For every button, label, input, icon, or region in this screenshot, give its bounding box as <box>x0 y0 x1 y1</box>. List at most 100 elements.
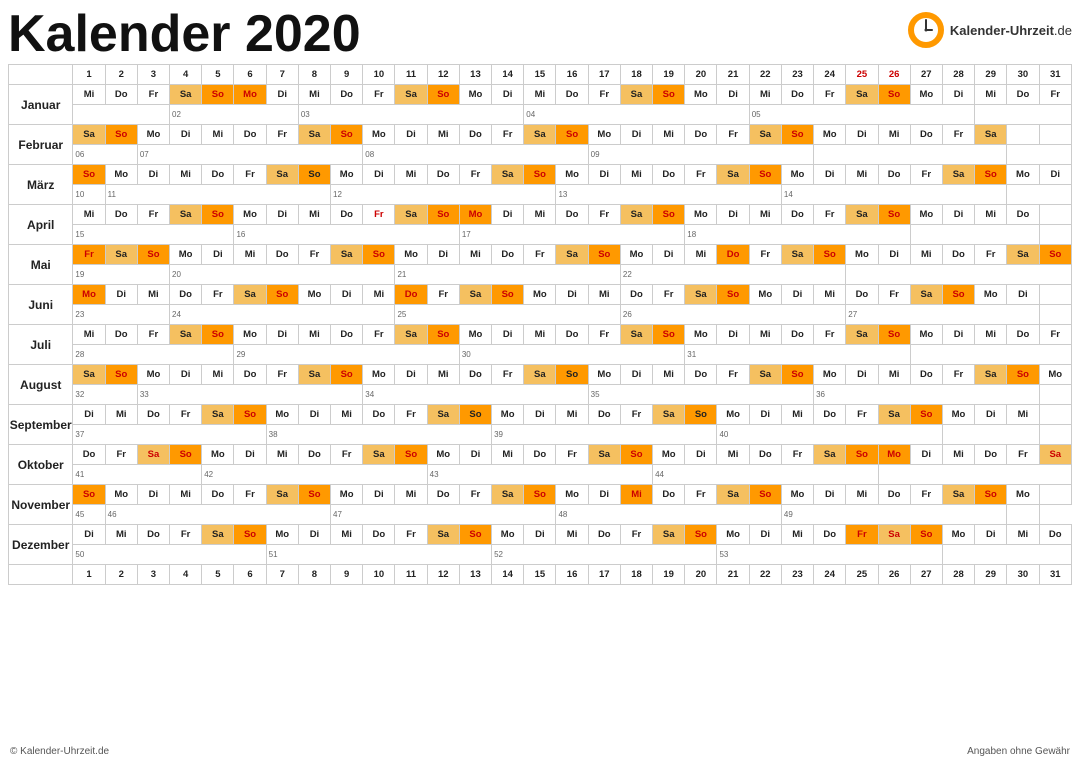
aug-rest <box>1039 385 1071 405</box>
aug-27: Do <box>910 365 942 385</box>
okt-29: Do <box>975 445 1007 465</box>
okt-13: Di <box>459 445 491 465</box>
bot-3: 3 <box>137 565 169 585</box>
dez-9: Mi <box>331 525 363 545</box>
sep-29: Di <box>975 405 1007 425</box>
jan-5: So <box>202 85 234 105</box>
jul-16: Do <box>556 325 588 345</box>
bot-19: 19 <box>653 565 685 585</box>
nov-wk47: 48 <box>556 505 781 525</box>
feb-30 <box>1007 125 1039 145</box>
dez-16: Mi <box>556 525 588 545</box>
jul-10: Fr <box>363 325 395 345</box>
bot-15: 15 <box>524 565 556 585</box>
jan-wk4: 04 <box>524 105 749 125</box>
aug-28: Fr <box>942 365 974 385</box>
aug-18: Di <box>620 365 652 385</box>
mar-9: Mo <box>331 165 363 185</box>
nov-8: So <box>298 485 330 505</box>
mar-11: Mi <box>395 165 427 185</box>
bot-29: 29 <box>975 565 1007 585</box>
sep-7: Mo <box>266 405 298 425</box>
sep-10: Do <box>363 405 395 425</box>
jul-21: Di <box>717 325 749 345</box>
hdr-19: 19 <box>653 65 685 85</box>
mai-15: Fr <box>524 245 556 265</box>
jan-wk5b <box>975 105 1072 125</box>
feb-7: Fr <box>266 125 298 145</box>
jul-23: Do <box>781 325 813 345</box>
nov-24: Di <box>814 485 846 505</box>
aug-16: So <box>556 365 588 385</box>
feb-22: Sa <box>749 125 781 145</box>
okt-25: So <box>846 445 878 465</box>
mai-21: Do <box>717 245 749 265</box>
mai-12: Di <box>427 245 459 265</box>
jul-12: So <box>427 325 459 345</box>
jan-31: Fr <box>1039 85 1071 105</box>
feb-wk9 <box>814 145 1007 165</box>
mai-23: Sa <box>781 245 813 265</box>
feb-17: Mo <box>588 125 620 145</box>
jun-23: Di <box>781 285 813 305</box>
mar-29: So <box>975 165 1007 185</box>
juli-week-row: 28 29 30 31 <box>9 345 1072 365</box>
mai-24: So <box>814 245 846 265</box>
hdr-5: 5 <box>202 65 234 85</box>
footer: © Kalender-Uhrzeit.de Angaben ohne Gewäh… <box>8 746 1072 757</box>
mai-13: Mi <box>459 245 491 265</box>
feb-14: Fr <box>492 125 524 145</box>
sep-23: Mi <box>781 405 813 425</box>
hdr-14: 14 <box>492 65 524 85</box>
hdr-28: 28 <box>942 65 974 85</box>
jun-29: Mo <box>975 285 1007 305</box>
dez-rest <box>942 545 1071 565</box>
mar-17: Di <box>588 165 620 185</box>
aug-wk33: 34 <box>363 385 588 405</box>
calendar-table: 1 2 3 4 5 6 7 8 9 10 11 12 13 14 15 16 1 <box>8 64 1072 585</box>
hdr-30: 30 <box>1007 65 1039 85</box>
feb-6: Do <box>234 125 266 145</box>
apr-12: So <box>427 205 459 225</box>
mar-14: Sa <box>492 165 524 185</box>
juni-row: Juni Mo Di Mi Do Fr Sa So Mo Di Mi Do Fr… <box>9 285 1072 305</box>
dez-23: Mi <box>781 525 813 545</box>
sep-wk38: 39 <box>492 425 717 445</box>
apr-5: So <box>202 205 234 225</box>
bot-28: 28 <box>942 565 974 585</box>
okt-18: So <box>620 445 652 465</box>
april-week-row: 15 16 17 18 <box>9 225 1072 245</box>
logo: Kalender-Uhrzeit.de <box>908 12 1072 48</box>
okt-wk41: 42 <box>202 465 427 485</box>
okt-2: Fr <box>105 445 137 465</box>
nov-wk48: 49 <box>781 505 1006 525</box>
aug-11: Di <box>395 365 427 385</box>
februar-week-row: 06 07 08 09 <box>9 145 1072 165</box>
nov-wk45: 46 <box>105 505 330 525</box>
jun-15: Mo <box>524 285 556 305</box>
footer-numbers: 1 2 3 4 5 6 7 8 9 10 11 12 13 14 15 16 1 <box>9 565 1072 585</box>
sep-22: Di <box>749 405 781 425</box>
hdr-31: 31 <box>1039 65 1071 85</box>
jan-12: So <box>427 85 459 105</box>
mai-19: Di <box>653 245 685 265</box>
jun-31 <box>1039 285 1071 305</box>
jul-26: So <box>878 325 910 345</box>
jan-3: Fr <box>137 85 169 105</box>
feb-4: Di <box>170 125 202 145</box>
jan-14: Di <box>492 85 524 105</box>
sep-empty <box>1039 425 1071 445</box>
jul-24: Fr <box>814 325 846 345</box>
feb-5: Mi <box>202 125 234 145</box>
hdr-23: 23 <box>781 65 813 85</box>
okt-31: Sa <box>1039 445 1071 465</box>
aug-21: Fr <box>717 365 749 385</box>
februar-row: Februar Sa So Mo Di Mi Do Fr Sa So Mo Di… <box>9 125 1072 145</box>
mar-4: Mi <box>170 165 202 185</box>
okt-8: Do <box>298 445 330 465</box>
sep-13: So <box>459 405 491 425</box>
jul-5: So <box>202 325 234 345</box>
feb-13: Do <box>459 125 491 145</box>
nov-30: Mo <box>1007 485 1039 505</box>
feb-21: Fr <box>717 125 749 145</box>
